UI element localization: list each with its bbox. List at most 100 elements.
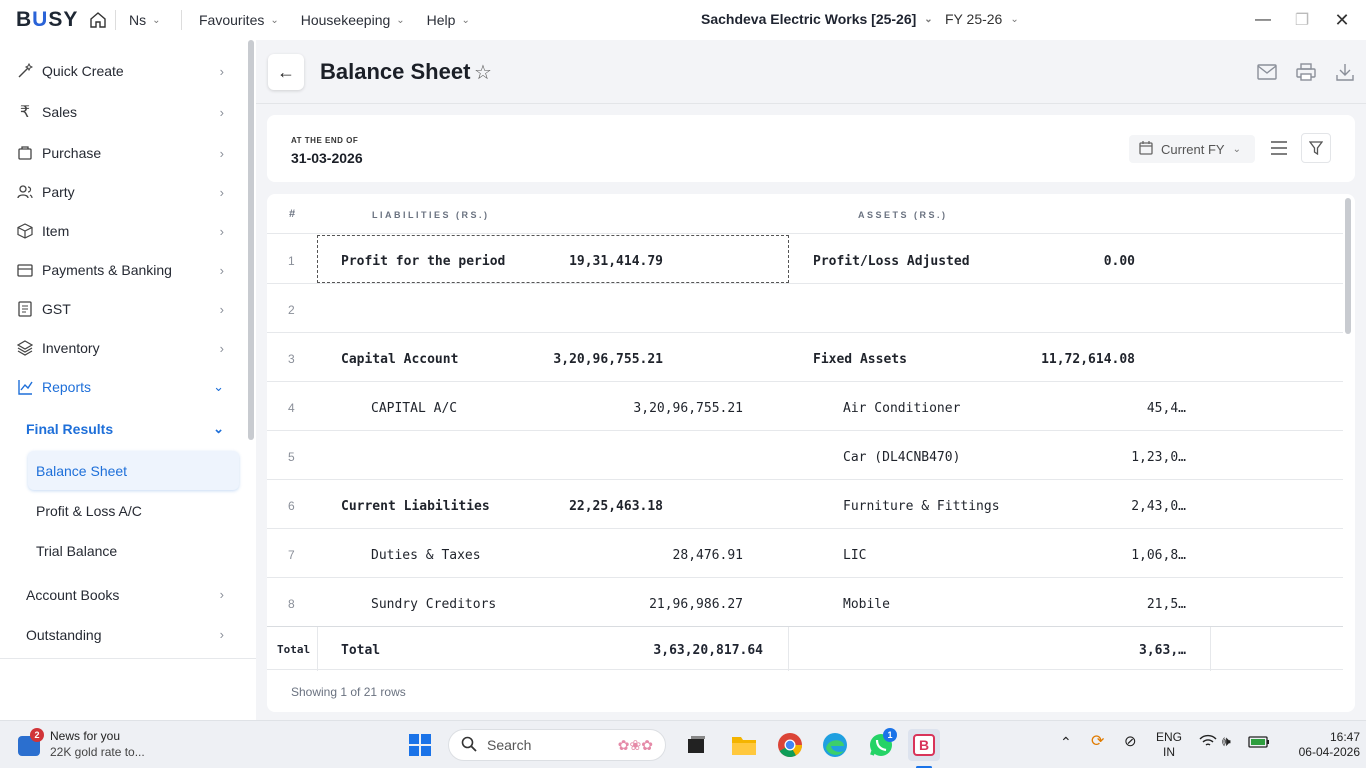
asset-name: Car (DL4CNB470) [843, 450, 961, 465]
help-menu[interactable]: Help ⌄ [427, 12, 470, 28]
chrome-icon[interactable] [774, 729, 806, 761]
taskbar-search[interactable]: Search ✿❀✿ [448, 729, 666, 761]
table-row[interactable]: 4 CAPITAL A/C 3,20,96,755.21 Air Conditi… [267, 382, 1343, 431]
sidebar-item-quick-create[interactable]: Quick Create › [0, 53, 240, 89]
balance-sheet-table: # LIABILITIES (RS.) ASSETS (RS.) 1 Profi… [267, 194, 1355, 712]
fy-selector[interactable]: FY 25-26 ⌄ [945, 11, 1019, 27]
housekeeping-menu[interactable]: Housekeeping ⌄ [301, 12, 405, 28]
table-row[interactable]: 5 Car (DL4CNB470) 1,23,0… [267, 431, 1343, 480]
print-icon[interactable] [1294, 60, 1318, 84]
battery-icon[interactable] [1248, 736, 1270, 752]
chevron-right-icon: › [219, 301, 224, 317]
liability-name: Capital Account [341, 352, 459, 367]
sidebar-item-label: GST [42, 301, 71, 317]
page-title: Balance Sheet [320, 59, 471, 84]
news-badge: 2 [30, 728, 44, 742]
chevron-down-icon: ⌄ [213, 379, 224, 394]
sidebar-item-item[interactable]: Item › [0, 213, 240, 249]
edge-icon[interactable] [819, 729, 851, 761]
whatsapp-badge: 1 [883, 728, 897, 742]
chevron-down-icon: ⌄ [396, 14, 405, 26]
news-subtitle: 22K gold rate to... [50, 745, 145, 759]
col-header-number: # [289, 208, 296, 220]
asset-name: LIC [843, 548, 867, 563]
sidebar-item-profit-loss[interactable]: Profit & Loss A/C [36, 503, 142, 519]
task-view-icon[interactable] [680, 729, 712, 761]
col-header-liabilities: LIABILITIES (RS.) [372, 210, 490, 220]
liability-name: CAPITAL A/C [371, 401, 458, 416]
busy-app-icon[interactable]: B [908, 729, 940, 761]
rupee-icon: ₹ [19, 104, 31, 121]
chevron-down-icon: ⌄ [1232, 143, 1241, 155]
table-row[interactable]: 7 Duties & Taxes 28,476.91 LIC 1,06,8… [267, 529, 1343, 578]
row-number: 1 [288, 254, 295, 268]
sidebar-final-results[interactable]: Final Results ⌄ [26, 421, 240, 437]
notification-off-icon[interactable]: ⊘ [1124, 734, 1137, 749]
chevron-right-icon: › [219, 627, 224, 642]
company-switch-dropdown[interactable]: Ns ⌄ [129, 12, 161, 28]
volume-icon[interactable]: 🕪 [1222, 734, 1231, 749]
box-icon [16, 222, 34, 240]
table-row[interactable]: 6 Current Liabilities 22,25,463.18 Furni… [267, 480, 1343, 529]
liability-amount: 22,25,463.18 [569, 499, 663, 514]
sync-icon[interactable]: ⟳ [1091, 734, 1104, 750]
row-number: 4 [288, 401, 295, 415]
favourites-menu[interactable]: Favourites ⌄ [199, 12, 279, 28]
liability-sub-amount: 28,476.91 [672, 548, 743, 563]
liability-amount: 3,20,96,755.21 [553, 352, 663, 367]
table-row[interactable]: 2 [267, 284, 1343, 333]
news-widget[interactable]: 2 News for you 22K gold rate to... [16, 728, 156, 762]
sidebar: Quick Create › ₹ Sales › Purchase › Party › … [0, 40, 256, 720]
filter-icon[interactable] [1301, 133, 1331, 163]
sidebar-item-account-books[interactable]: Account Books › [26, 587, 240, 603]
windows-start-icon[interactable] [404, 729, 436, 761]
download-icon[interactable] [1333, 60, 1357, 84]
busy-logo[interactable]: BUSY [16, 8, 78, 32]
chevron-right-icon: › [219, 104, 224, 120]
wifi-icon[interactable] [1199, 734, 1217, 751]
chevron-right-icon: › [219, 262, 224, 278]
close-button[interactable]: ✕ [1328, 8, 1356, 32]
email-icon[interactable] [1255, 60, 1279, 84]
sidebar-item-sales[interactable]: ₹ Sales › [0, 94, 240, 130]
file-explorer-icon[interactable] [728, 729, 760, 761]
at-end-label: AT THE END OF [291, 136, 359, 145]
company-selector[interactable]: Sachdeva Electric Works [25-26] ⌄ [701, 11, 933, 27]
menu-icon[interactable] [1264, 133, 1294, 163]
sidebar-item-outstanding[interactable]: Outstanding › [26, 627, 240, 643]
search-icon [461, 736, 477, 755]
sidebar-item-payments-banking[interactable]: Payments & Banking › [0, 252, 240, 288]
home-icon[interactable] [89, 11, 107, 29]
windows-taskbar: 2 News for you 22K gold rate to... Searc… [0, 720, 1366, 768]
chevron-right-icon: › [219, 63, 224, 79]
star-icon[interactable]: ☆ [474, 60, 492, 85]
asset-sub-amount: 45,4… [1146, 401, 1186, 416]
back-button[interactable]: ← [268, 54, 304, 90]
row-number: 2 [288, 303, 295, 317]
table-scrollbar[interactable] [1345, 198, 1351, 334]
chevron-up-icon[interactable]: ⌃ [1060, 735, 1072, 750]
sidebar-item-trial-balance[interactable]: Trial Balance [36, 543, 117, 559]
table-row[interactable]: 8 Sundry Creditors 21,96,986.27 Mobile 2… [267, 578, 1343, 627]
asset-sub-amount: 1,23,0… [1131, 450, 1186, 465]
sidebar-item-gst[interactable]: GST › [0, 291, 240, 327]
chevron-down-icon: ⌄ [461, 14, 470, 26]
calendar-icon [1139, 140, 1153, 158]
language-indicator[interactable]: ENG IN [1156, 730, 1182, 760]
table-header: # LIABILITIES (RS.) ASSETS (RS.) [267, 194, 1343, 234]
asset-name: Mobile [843, 597, 890, 612]
sidebar-item-reports[interactable]: Reports ⌄ [0, 369, 240, 405]
chevron-right-icon: › [219, 340, 224, 356]
restore-button[interactable]: ❐ [1288, 8, 1316, 32]
chevron-down-icon: ⌄ [924, 13, 933, 25]
sidebar-item-party[interactable]: Party › [0, 174, 240, 210]
period-dropdown[interactable]: Current FY ⌄ [1129, 135, 1255, 163]
minimize-button[interactable]: — [1249, 8, 1277, 32]
sidebar-item-purchase[interactable]: Purchase › [0, 135, 240, 171]
sidebar-item-inventory[interactable]: Inventory › [0, 330, 240, 366]
sidebar-item-label: Quick Create [42, 63, 124, 79]
table-row[interactable]: 3 Capital Account 3,20,96,755.21 Fixed A… [267, 333, 1343, 382]
clock[interactable]: 16:47 06-04-2026 [1280, 730, 1360, 760]
sidebar-scrollbar[interactable] [248, 40, 254, 440]
sidebar-item-balance-sheet[interactable]: Balance Sheet [28, 451, 239, 490]
